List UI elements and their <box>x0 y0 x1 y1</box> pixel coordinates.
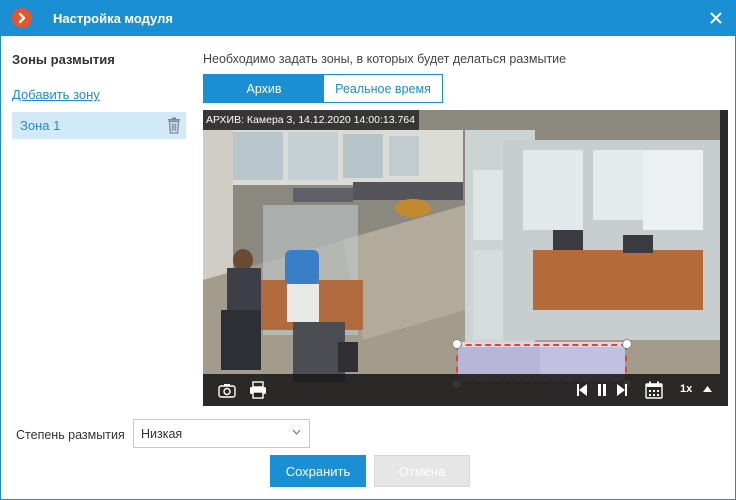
blur-zones-heading: Зоны размытия <box>12 52 115 67</box>
add-zone-link[interactable]: Добавить зону <box>12 87 100 102</box>
app-logo <box>12 8 32 28</box>
cancel-button[interactable]: Отмена <box>374 455 470 487</box>
zone-list-item[interactable]: Зона 1 <box>12 112 186 139</box>
step-back-icon[interactable] <box>577 383 589 397</box>
close-button[interactable] <box>707 9 725 27</box>
printer-icon[interactable] <box>249 381 267 399</box>
video-control-bar: 1x <box>203 374 728 406</box>
pause-icon[interactable] <box>597 383 607 397</box>
calendar-icon[interactable] <box>645 381 663 399</box>
trash-icon[interactable] <box>167 117 181 134</box>
blur-level-select[interactable]: Низкая <box>133 419 310 448</box>
resize-handle-top-right[interactable] <box>622 339 632 349</box>
blur-level-label: Степень размытия <box>16 428 125 442</box>
tab-realtime[interactable]: Реальное время <box>324 75 442 102</box>
chevron-down-icon <box>292 429 301 435</box>
camera-icon[interactable] <box>218 383 236 398</box>
chevron-up-icon[interactable] <box>703 386 712 392</box>
title-bar: Настройка модуля <box>1 1 735 36</box>
tab-archive[interactable]: Архив <box>204 75 324 102</box>
instruction-text: Необходимо задать зоны, в которых будет … <box>203 52 567 66</box>
module-settings-dialog: Настройка модуля Зоны размытия Добавить … <box>0 0 736 500</box>
step-forward-icon[interactable] <box>615 383 627 397</box>
resize-handle-top-left[interactable] <box>452 339 462 349</box>
close-icon <box>710 12 722 24</box>
chevron-right-icon <box>18 12 26 24</box>
video-edge-divider <box>720 110 728 406</box>
blur-level-value: Низкая <box>141 427 183 441</box>
dialog-title: Настройка модуля <box>53 11 173 26</box>
video-caption: АРХИВ: Камера 3, 14.12.2020 14:00:13.764 <box>203 110 419 130</box>
save-button[interactable]: Сохранить <box>270 455 366 487</box>
zone-label: Зона 1 <box>20 118 61 133</box>
mode-tabs: Архив Реальное время <box>203 74 443 103</box>
video-preview[interactable]: АРХИВ: Камера 3, 14.12.2020 14:00:13.764 <box>203 110 728 406</box>
playback-speed[interactable]: 1x <box>680 383 692 395</box>
